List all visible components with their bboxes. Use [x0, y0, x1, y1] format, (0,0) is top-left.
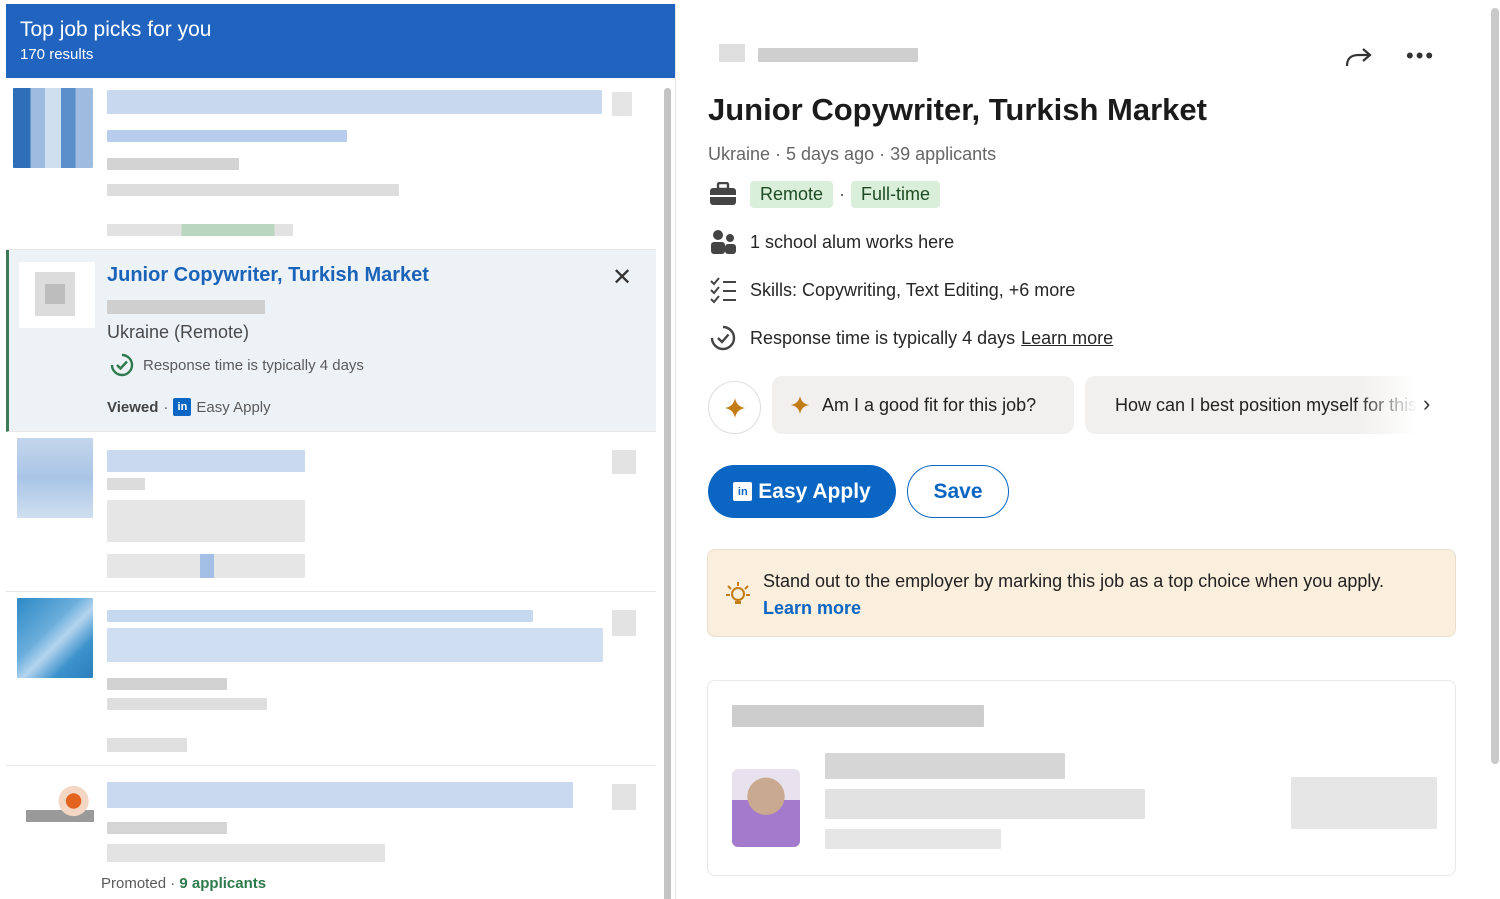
list-scrollbar[interactable]	[664, 88, 671, 899]
top-choice-tip: Stand out to the employer by marking thi…	[707, 549, 1456, 637]
separator: ·	[170, 875, 176, 892]
close-icon[interactable]: ✕	[612, 266, 632, 290]
easy-apply-button[interactable]: in Easy Apply	[708, 465, 896, 518]
avatar	[732, 769, 800, 847]
job-card-title[interactable]: Junior Copywriter, Turkish Market	[107, 264, 429, 287]
applicants-count: 9 applicants	[179, 875, 267, 892]
company-logo	[17, 438, 93, 518]
ai-prompt-label: Am I a good fit for this job?	[822, 394, 1037, 415]
tag-full-time: Full-time	[851, 180, 941, 208]
more-icon[interactable]: •••	[1406, 42, 1440, 70]
company-logo	[19, 262, 95, 328]
people-icon	[708, 228, 738, 256]
company-logo	[13, 88, 93, 168]
promoted-footer: Promoted · 9 applicants	[101, 875, 266, 892]
alumni-text: 1 school alum works here	[750, 231, 955, 252]
job-card[interactable]	[6, 78, 656, 250]
response-text: Response time is typically 4 days	[750, 327, 1016, 348]
job-list-pane: Top job picks for you 170 results Junior…	[6, 4, 676, 899]
ai-prompt-chip[interactable]: Am I a good fit for this job?	[772, 376, 1074, 434]
job-list: Junior Copywriter, Turkish Market ✕ Ukra…	[6, 78, 656, 899]
list-header: Top job picks for you 170 results	[6, 4, 675, 78]
easy-apply-label: Easy Apply	[758, 479, 871, 503]
hiring-team-card	[707, 680, 1456, 876]
skills-text[interactable]: Skills: Copywriting, Text Editing, +6 mo…	[750, 280, 1075, 301]
chevron-right-icon[interactable]: ›	[1423, 391, 1430, 417]
job-detail-pane: ••• Junior Copywriter, Turkish Market Uk…	[677, 4, 1487, 899]
briefcase-icon	[708, 180, 738, 208]
tip-learn-more-link[interactable]: Learn more	[763, 598, 861, 618]
job-meta: Ukraine · 5 days ago · 39 applicants	[708, 144, 997, 164]
alumni-row: 1 school alum works here	[708, 228, 954, 256]
response-clock-icon	[708, 324, 738, 352]
linkedin-icon: in	[733, 482, 753, 501]
share-icon[interactable]	[1343, 44, 1375, 72]
card-footer: Viewed · in Easy Apply	[107, 398, 271, 416]
response-clock-icon	[110, 353, 134, 377]
tip-message: Stand out to the employer by marking thi…	[763, 571, 1385, 591]
company-logo	[17, 598, 93, 678]
job-card[interactable]	[6, 432, 656, 592]
response-time: Response time is typically 4 days	[109, 352, 364, 378]
detail-scrollbar[interactable]	[1491, 8, 1499, 764]
list-title: Top job picks for you	[20, 18, 212, 41]
tip-text: Stand out to the employer by marking thi…	[763, 568, 1413, 622]
spark-icon	[724, 397, 745, 418]
response-text: Response time is typically 4 days	[143, 356, 364, 374]
spark-icon	[790, 395, 810, 415]
tag-remote: Remote	[750, 180, 834, 208]
learn-more-link[interactable]: Learn more	[1021, 328, 1113, 349]
lightbulb-icon	[726, 582, 750, 604]
job-location: Ukraine (Remote)	[107, 322, 250, 342]
company-logo	[26, 780, 94, 840]
job-type-row: Remote · Full-time	[708, 180, 941, 208]
company-name	[758, 48, 918, 62]
company-name	[107, 300, 265, 314]
response-row: Response time is typically 4 days Learn …	[708, 324, 1113, 352]
separator: ·	[839, 183, 846, 204]
linkedin-icon: in	[173, 398, 192, 416]
results-count: 170 results	[20, 46, 94, 63]
promoted-label: Promoted	[101, 875, 167, 892]
message-button[interactable]	[1291, 777, 1437, 829]
ai-assistant-button[interactable]	[708, 381, 761, 434]
save-button[interactable]: Save	[907, 465, 1009, 518]
viewed-label: Viewed	[107, 398, 159, 416]
easy-apply-label: Easy Apply	[196, 398, 271, 416]
job-card-selected[interactable]: Junior Copywriter, Turkish Market ✕ Ukra…	[6, 250, 656, 432]
checklist-icon	[708, 276, 738, 304]
company-logo	[719, 44, 745, 62]
job-card[interactable]	[6, 592, 656, 766]
ai-prompt-chip[interactable]: How can I best position myself for this …	[1085, 376, 1418, 434]
job-title: Junior Copywriter, Turkish Market	[708, 92, 1207, 127]
skills-row[interactable]: Skills: Copywriting, Text Editing, +6 mo…	[708, 276, 1075, 304]
separator: ·	[163, 398, 169, 416]
ai-prompts: Am I a good fit for this job? How can I …	[708, 376, 1448, 436]
